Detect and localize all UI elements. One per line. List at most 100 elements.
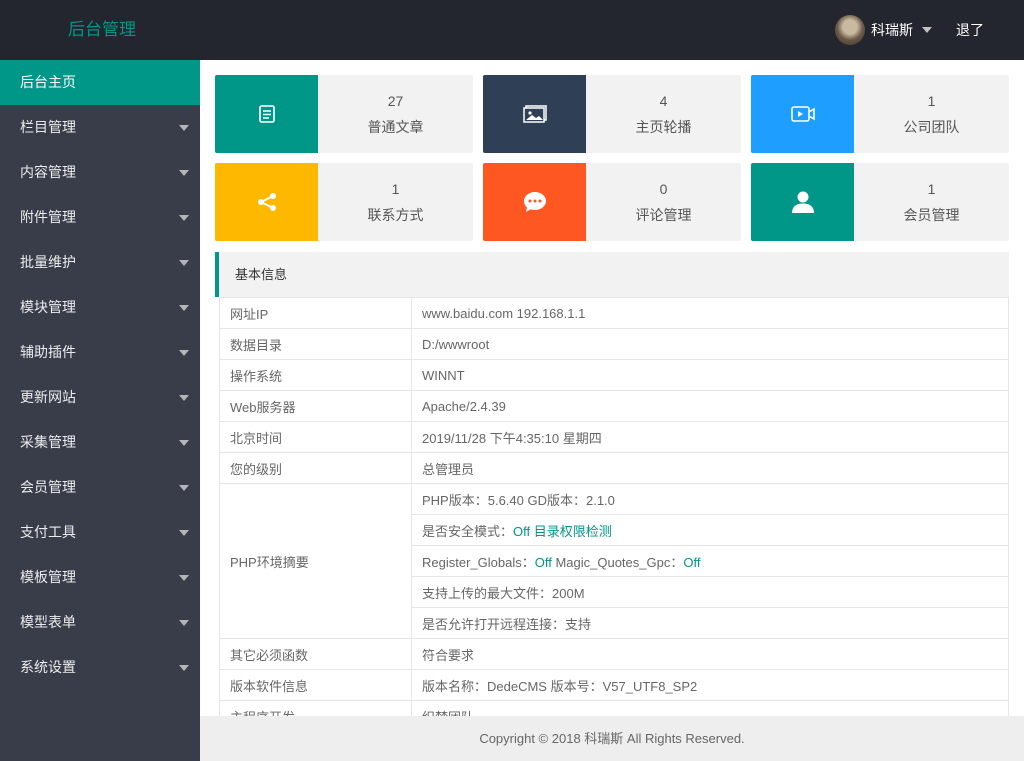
- sidebar-item-attachment[interactable]: 附件管理: [0, 195, 200, 240]
- stat-card-team[interactable]: 1 公司团队: [751, 75, 1009, 153]
- sidebar-item-payment[interactable]: 支付工具: [0, 510, 200, 555]
- sidebar-item-column[interactable]: 栏目管理: [0, 105, 200, 150]
- row-label: 北京时间: [219, 421, 412, 453]
- sidebar-item-module[interactable]: 模块管理: [0, 285, 200, 330]
- row-label: 您的级别: [219, 452, 412, 484]
- row-value: 是否安全模式：Off 目录权限检测: [411, 514, 1009, 546]
- row-value: 支持上传的最大文件：200M: [411, 576, 1009, 608]
- safe-mode-label: 是否安全模式：: [422, 523, 514, 539]
- chevron-down-icon: [179, 215, 189, 221]
- row-label: 主程序开发: [219, 700, 412, 716]
- card-icon-box: [751, 75, 854, 153]
- chevron-down-icon: [179, 395, 189, 401]
- card-count: 27: [387, 93, 404, 109]
- sidebar-item-label: 支付工具: [20, 524, 76, 540]
- table-row: Web服务器 Apache/2.4.39: [219, 390, 1009, 422]
- sidebar-item-home[interactable]: 后台主页: [0, 60, 200, 105]
- sidebar-item-label: 模块管理: [20, 299, 76, 315]
- stat-card-articles[interactable]: 27 普通文章: [215, 75, 473, 153]
- logout-link[interactable]: 退了: [956, 0, 984, 60]
- sidebar-item-label: 栏目管理: [20, 119, 76, 135]
- row-label: PHP环境摘要: [219, 483, 412, 639]
- row-label: 网址IP: [219, 297, 412, 329]
- row-value: 符合要求: [411, 638, 1009, 670]
- card-count: 4: [659, 93, 668, 109]
- row-value: 2019/11/28 下午4:35:10 星期四: [411, 421, 1009, 453]
- chevron-down-icon: [179, 440, 189, 446]
- permission-check-link[interactable]: Off 目录权限检测: [513, 524, 612, 539]
- article-icon: [258, 105, 275, 123]
- card-icon-box: [483, 163, 586, 241]
- top-header: 后台管理 科瑞斯 退了: [0, 0, 1024, 60]
- card-icon-box: [483, 75, 586, 153]
- table-row: 您的级别 总管理员: [219, 452, 1009, 484]
- sidebar-item-update[interactable]: 更新网站: [0, 375, 200, 420]
- card-count: 1: [391, 181, 400, 197]
- sidebar-item-label: 批量维护: [20, 254, 76, 270]
- sidebar-item-label: 模板管理: [20, 569, 76, 585]
- row-value: D:/wwwroot: [411, 328, 1009, 360]
- chevron-down-icon: [179, 125, 189, 131]
- chevron-down-icon: [179, 665, 189, 671]
- sidebar-item-collect[interactable]: 采集管理: [0, 420, 200, 465]
- table-row: 其它必须函数 符合要求: [219, 638, 1009, 670]
- stat-card-carousel[interactable]: 4 主页轮播: [483, 75, 741, 153]
- row-value: www.baidu.com 192.168.1.1: [411, 297, 1009, 329]
- row-value: 版本名称：DedeCMS 版本号：V57_UTF8_SP2: [411, 669, 1009, 701]
- video-icon: [790, 106, 815, 122]
- row-value: 总管理员: [411, 452, 1009, 484]
- row-label: 其它必须函数: [219, 638, 412, 670]
- sidebar-item-templates[interactable]: 模板管理: [0, 555, 200, 600]
- sidebar-item-label: 附件管理: [20, 209, 76, 225]
- magic-quotes-label: Magic_Quotes_Gpc：: [551, 554, 684, 570]
- row-value: 是否允许打开远程连接：支持: [411, 607, 1009, 639]
- sidebar-item-content[interactable]: 内容管理: [0, 150, 200, 195]
- row-label: 数据目录: [219, 328, 412, 360]
- sidebar-item-label: 系统设置: [20, 659, 76, 675]
- chevron-down-icon: [179, 350, 189, 356]
- row-value: WINNT: [411, 359, 1009, 391]
- table-row: 网址IP www.baidu.com 192.168.1.1: [219, 297, 1009, 329]
- chevron-down-icon[interactable]: [922, 27, 932, 33]
- stat-card-members[interactable]: 1 会员管理: [751, 163, 1009, 241]
- card-label: 会员管理: [903, 207, 960, 223]
- avatar[interactable]: [835, 15, 865, 45]
- user-menu[interactable]: 科瑞斯: [835, 15, 932, 45]
- stat-card-contact[interactable]: 1 联系方式: [215, 163, 473, 241]
- sidebar-item-label: 模型表单: [20, 614, 76, 630]
- card-icon-box: [215, 163, 318, 241]
- user-icon: [791, 191, 814, 213]
- sidebar-item-label: 辅助插件: [20, 344, 76, 360]
- card-label: 联系方式: [367, 207, 424, 223]
- row-label: 操作系统: [219, 359, 412, 391]
- sidebar-item-forms[interactable]: 模型表单: [0, 600, 200, 645]
- register-globals-value: Off: [534, 554, 552, 570]
- user-name[interactable]: 科瑞斯: [871, 20, 913, 40]
- card-label: 普通文章: [367, 119, 424, 135]
- card-count: 0: [659, 181, 668, 197]
- table-row: 主程序开发 织梦团队: [219, 700, 1009, 716]
- sidebar-item-members[interactable]: 会员管理: [0, 465, 200, 510]
- row-value: 织梦团队: [411, 700, 1009, 716]
- sidebar-item-batch[interactable]: 批量维护: [0, 240, 200, 285]
- sidebar-item-label: 后台主页: [20, 74, 76, 90]
- chevron-down-icon: [179, 575, 189, 581]
- sidebar-item-plugins[interactable]: 辅助插件: [0, 330, 200, 375]
- table-row: 数据目录 D:/wwwroot: [219, 328, 1009, 360]
- register-globals-label: Register_Globals：: [422, 554, 535, 570]
- chevron-down-icon: [179, 305, 189, 311]
- sidebar-item-label: 更新网站: [20, 389, 76, 405]
- chevron-down-icon: [179, 530, 189, 536]
- sidebar-item-label: 采集管理: [20, 434, 76, 450]
- sidebar-item-label: 内容管理: [20, 164, 76, 180]
- info-table: 网址IP www.baidu.com 192.168.1.1 数据目录 D:/w…: [219, 297, 1009, 716]
- main-content: 27 普通文章 4 主页轮播 1 公司团队 1 联系方式 0 评论管理 1 会员…: [200, 60, 1024, 716]
- logo[interactable]: 后台管理: [68, 0, 136, 60]
- magic-quotes-value: Off: [683, 554, 701, 570]
- card-label: 公司团队: [903, 119, 960, 135]
- stat-card-comments[interactable]: 0 评论管理: [483, 163, 741, 241]
- footer: Copyright © 2018 科瑞斯 All Rights Reserved…: [200, 716, 1024, 761]
- sidebar: 后台主页 栏目管理 内容管理 附件管理 批量维护 模块管理 辅助插件 更新网站 …: [0, 60, 200, 761]
- card-label: 评论管理: [635, 207, 692, 223]
- sidebar-item-settings[interactable]: 系统设置: [0, 645, 200, 690]
